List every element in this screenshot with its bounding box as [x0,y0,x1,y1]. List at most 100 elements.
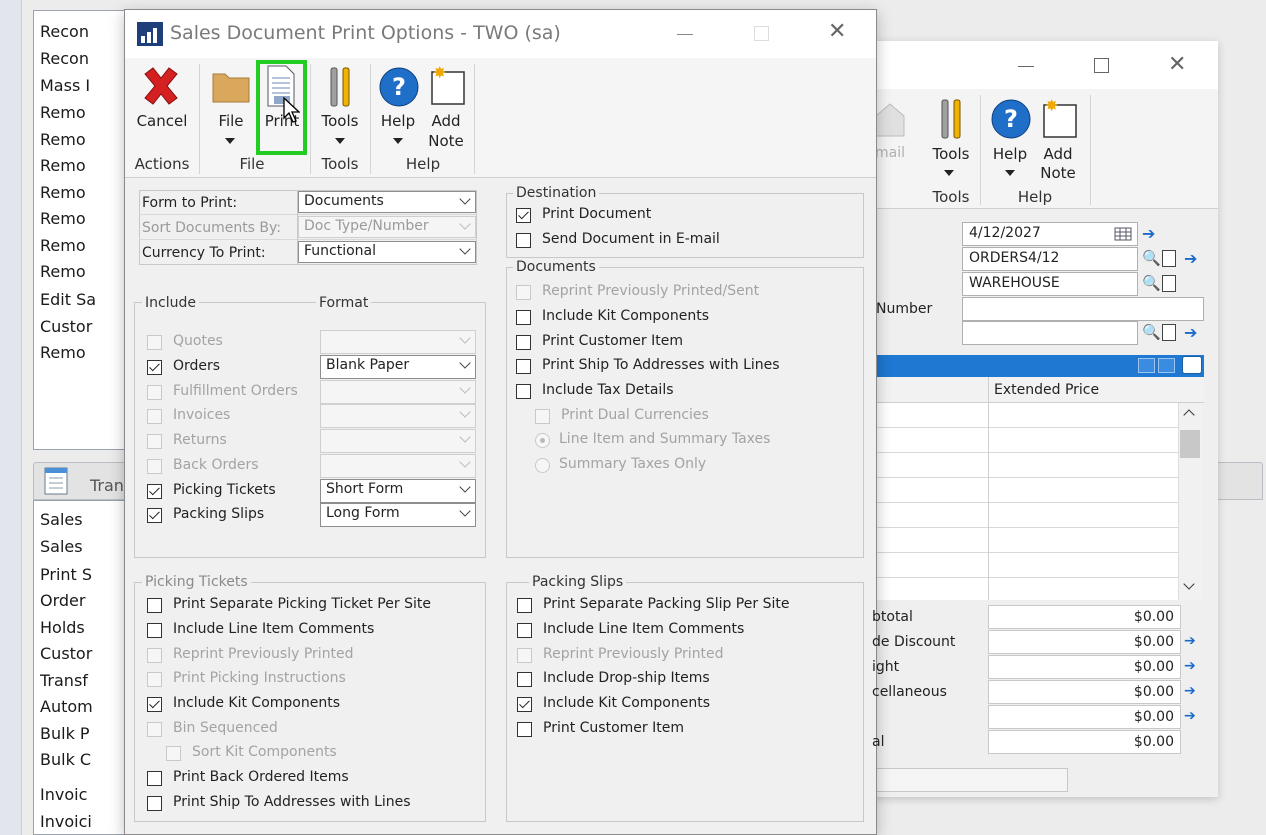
site-id-field[interactable]: WAREHOUSE [962,272,1138,296]
area-list-item[interactable]: Remo [40,103,128,122]
format-dropdown-picking-tickets[interactable]: Short Form [320,479,476,503]
total-value-field[interactable]: $0.00 [988,705,1181,729]
transactions-list-item[interactable]: Invoici [40,812,128,831]
transactions-list-item[interactable]: Order [40,591,128,610]
area-list-item[interactable]: Recon [40,49,128,68]
transactions-list-item[interactable]: Custor [40,644,128,663]
tools-button-label[interactable]: Tools [319,112,361,130]
chevron-down-icon[interactable] [1005,170,1015,176]
grid-settings-icon[interactable] [1182,356,1202,374]
add-note-icon[interactable]: ✸ [424,64,468,108]
transactions-list-item[interactable]: Print S [40,565,128,584]
checkbox-pack-4[interactable] [517,697,532,712]
format-dropdown-packing-slips[interactable]: Long Form [320,503,476,527]
tools-icon[interactable] [934,96,968,142]
checkbox-pick-1[interactable] [147,623,162,638]
checkbox-pick-4[interactable] [147,697,162,712]
format-dropdown-orders[interactable]: Blank Paper [320,355,476,379]
transactions-list-item[interactable]: Sales [40,537,128,556]
area-list-item[interactable]: Custor [40,317,128,336]
checkbox-packing-slips[interactable] [147,508,162,523]
tools-icon[interactable] [323,64,357,110]
add-note-icon[interactable]: ✸ [1036,97,1080,141]
chevron-down-icon[interactable] [225,138,235,144]
area-list-item[interactable]: Remo [40,130,128,149]
area-list-item[interactable]: Remo [40,236,128,255]
scrollbar-thumb[interactable] [1180,430,1200,458]
batch-id-field[interactable]: ORDERS4/12 [962,247,1138,271]
new-document-icon[interactable] [1162,275,1176,292]
arrow-right-icon[interactable]: ➔ [1184,251,1200,267]
area-list-item[interactable]: Recon [40,22,128,41]
chevron-down-icon[interactable] [335,138,345,144]
transactions-list-item[interactable]: Transf [40,671,128,690]
lookup-icon[interactable]: 🔍 [1142,323,1161,341]
area-list-item[interactable]: Mass I [40,76,128,95]
close-icon[interactable]: ✕ [1168,54,1186,76]
email-icon[interactable] [872,98,908,140]
total-value-field[interactable]: $0.00 [988,730,1181,754]
transactions-list-item[interactable]: Bulk C [40,750,128,769]
calendar-icon[interactable] [1114,227,1132,241]
transactions-list-item[interactable]: Autom [40,697,128,716]
add-note-label-line1[interactable]: Add [428,112,464,130]
arrow-right-icon[interactable]: ➔ [1184,325,1200,341]
arrow-right-icon[interactable]: ➔ [1184,683,1196,699]
checkbox-doc-2[interactable] [516,335,531,350]
checkbox-doc-1[interactable] [516,310,531,325]
form-to-print-dropdown[interactable]: Documents [298,191,476,213]
cancel-button-label[interactable]: Cancel [136,112,188,130]
add-note-label-line2[interactable]: Note [426,132,466,150]
new-document-icon[interactable] [1162,250,1176,267]
folder-icon[interactable] [211,68,251,104]
checkbox-pick-0[interactable] [147,598,162,613]
checkbox-pack-1[interactable] [517,623,532,638]
area-list-item[interactable]: Edit Sa [40,290,128,309]
total-value-field[interactable]: $0.00 [988,680,1181,704]
help-button-label[interactable]: Help [378,112,418,130]
arrow-right-icon[interactable]: ➔ [1142,226,1158,242]
checkbox-dest-0[interactable] [516,208,531,223]
checkbox-pack-0[interactable] [517,598,532,613]
checkbox-pack-5[interactable] [517,722,532,737]
area-list-item[interactable]: Remo [40,262,128,281]
minimize-icon[interactable] [1018,66,1034,67]
file-button-label[interactable]: File [212,112,250,130]
transactions-list-item[interactable]: Invoic [40,785,128,804]
currency-dropdown[interactable]: Functional [298,241,476,263]
arrow-right-icon[interactable]: ➔ [1184,658,1196,674]
transactions-list-item[interactable]: Bulk P [40,724,128,743]
checkbox-orders[interactable] [147,360,162,375]
checkbox-pack-3[interactable] [517,672,532,687]
new-document-icon[interactable] [1162,324,1176,341]
lookup-icon[interactable]: 🔍 [1142,249,1161,267]
help-icon[interactable]: ? [990,97,1032,141]
total-value-field[interactable]: $0.00 [988,630,1181,654]
checkbox-dest-1[interactable] [516,233,531,248]
help-icon[interactable]: ? [378,65,420,109]
area-list-item[interactable]: Remo [40,156,128,175]
transactions-list-item[interactable]: Holds [40,618,128,637]
area-list-item[interactable]: Remo [40,183,128,202]
maximize-icon[interactable] [1094,58,1109,73]
lookup-icon[interactable]: 🔍 [1142,274,1161,292]
transactions-list-item[interactable]: Sales [40,510,128,529]
total-value-field[interactable]: $0.00 [988,655,1181,679]
number-field[interactable] [962,297,1204,321]
checkbox-pick-7[interactable] [147,771,162,786]
area-list-item[interactable]: Remo [40,209,128,228]
chevron-down-icon[interactable] [944,170,954,176]
minimize-icon[interactable] [677,34,693,35]
checkbox-pick-8[interactable] [147,796,162,811]
customer-field[interactable] [962,321,1138,345]
area-list-item[interactable]: Remo [40,343,128,362]
arrow-right-icon[interactable]: ➔ [1184,708,1196,724]
checkbox-doc-3[interactable] [516,359,531,374]
grid-expand-icon[interactable] [1158,358,1175,373]
checkbox-doc-4[interactable] [516,384,531,399]
chevron-down-icon[interactable] [393,138,403,144]
close-icon[interactable]: ✕ [828,21,846,43]
checkbox-picking-tickets[interactable] [147,484,162,499]
arrow-right-icon[interactable]: ➔ [1184,633,1196,649]
total-value-field[interactable]: $0.00 [988,605,1181,629]
